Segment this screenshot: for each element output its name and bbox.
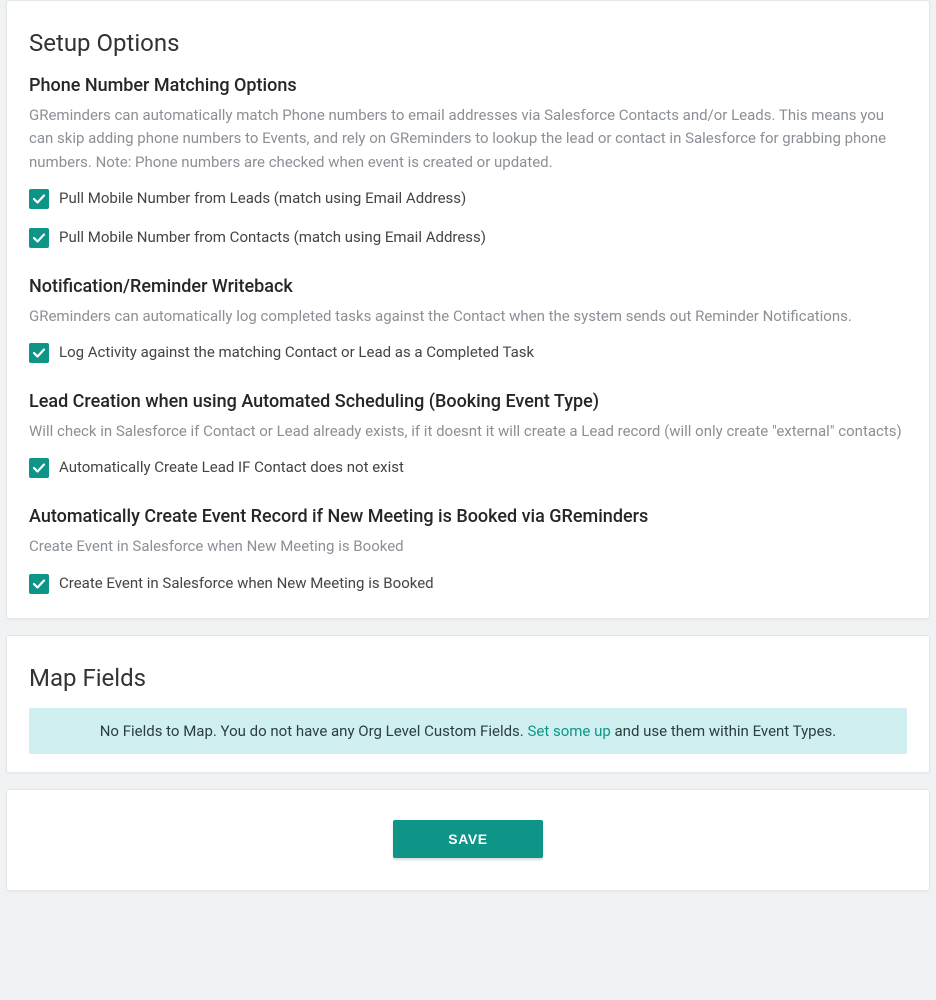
map-fields-card: Map Fields No Fields to Map. You do not … [6, 635, 930, 773]
writeback-title: Notification/Reminder Writeback [29, 276, 907, 297]
set-some-up-link[interactable]: Set some up [527, 722, 610, 740]
checkbox-icon[interactable] [29, 458, 49, 478]
checkbox-row-log-activity[interactable]: Log Activity against the matching Contac… [29, 342, 907, 363]
checkbox-icon[interactable] [29, 228, 49, 248]
section-create-event: Automatically Create Event Record if New… [29, 506, 907, 593]
section-lead-creation: Lead Creation when using Automated Sched… [29, 391, 907, 478]
checkbox-row-pull-leads[interactable]: Pull Mobile Number from Leads (match usi… [29, 188, 907, 209]
checkbox-row-pull-contacts[interactable]: Pull Mobile Number from Contacts (match … [29, 227, 907, 248]
checkbox-row-create-event[interactable]: Create Event in Salesforce when New Meet… [29, 573, 907, 594]
phone-matching-desc: GReminders can automatically match Phone… [29, 104, 907, 174]
save-button[interactable]: SAVE [393, 820, 543, 858]
save-card: SAVE [6, 789, 930, 891]
map-fields-info-post: and use them within Event Types. [611, 722, 836, 740]
checkbox-label-pull-contacts: Pull Mobile Number from Contacts (match … [59, 227, 486, 248]
create-event-desc: Create Event in Salesforce when New Meet… [29, 535, 907, 558]
checkbox-label-create-event: Create Event in Salesforce when New Meet… [59, 573, 434, 594]
section-phone-matching: Phone Number Matching Options GReminders… [29, 75, 907, 248]
checkbox-icon[interactable] [29, 189, 49, 209]
checkbox-label-auto-create-lead: Automatically Create Lead IF Contact doe… [59, 457, 404, 478]
setup-options-title: Setup Options [29, 29, 907, 57]
phone-matching-title: Phone Number Matching Options [29, 75, 907, 96]
map-fields-title: Map Fields [29, 664, 907, 692]
section-writeback: Notification/Reminder Writeback GReminde… [29, 276, 907, 363]
checkbox-label-pull-leads: Pull Mobile Number from Leads (match usi… [59, 188, 466, 209]
lead-creation-title: Lead Creation when using Automated Sched… [29, 391, 907, 412]
map-fields-info-pre: No Fields to Map. You do not have any Or… [100, 722, 528, 740]
checkbox-row-auto-create-lead[interactable]: Automatically Create Lead IF Contact doe… [29, 457, 907, 478]
checkbox-icon[interactable] [29, 574, 49, 594]
writeback-desc: GReminders can automatically log complet… [29, 305, 907, 328]
setup-options-card: Setup Options Phone Number Matching Opti… [6, 0, 930, 619]
checkbox-label-log-activity: Log Activity against the matching Contac… [59, 342, 534, 363]
checkbox-icon[interactable] [29, 343, 49, 363]
map-fields-info: No Fields to Map. You do not have any Or… [29, 708, 907, 754]
lead-creation-desc: Will check in Salesforce if Contact or L… [29, 420, 907, 443]
create-event-title: Automatically Create Event Record if New… [29, 506, 907, 527]
